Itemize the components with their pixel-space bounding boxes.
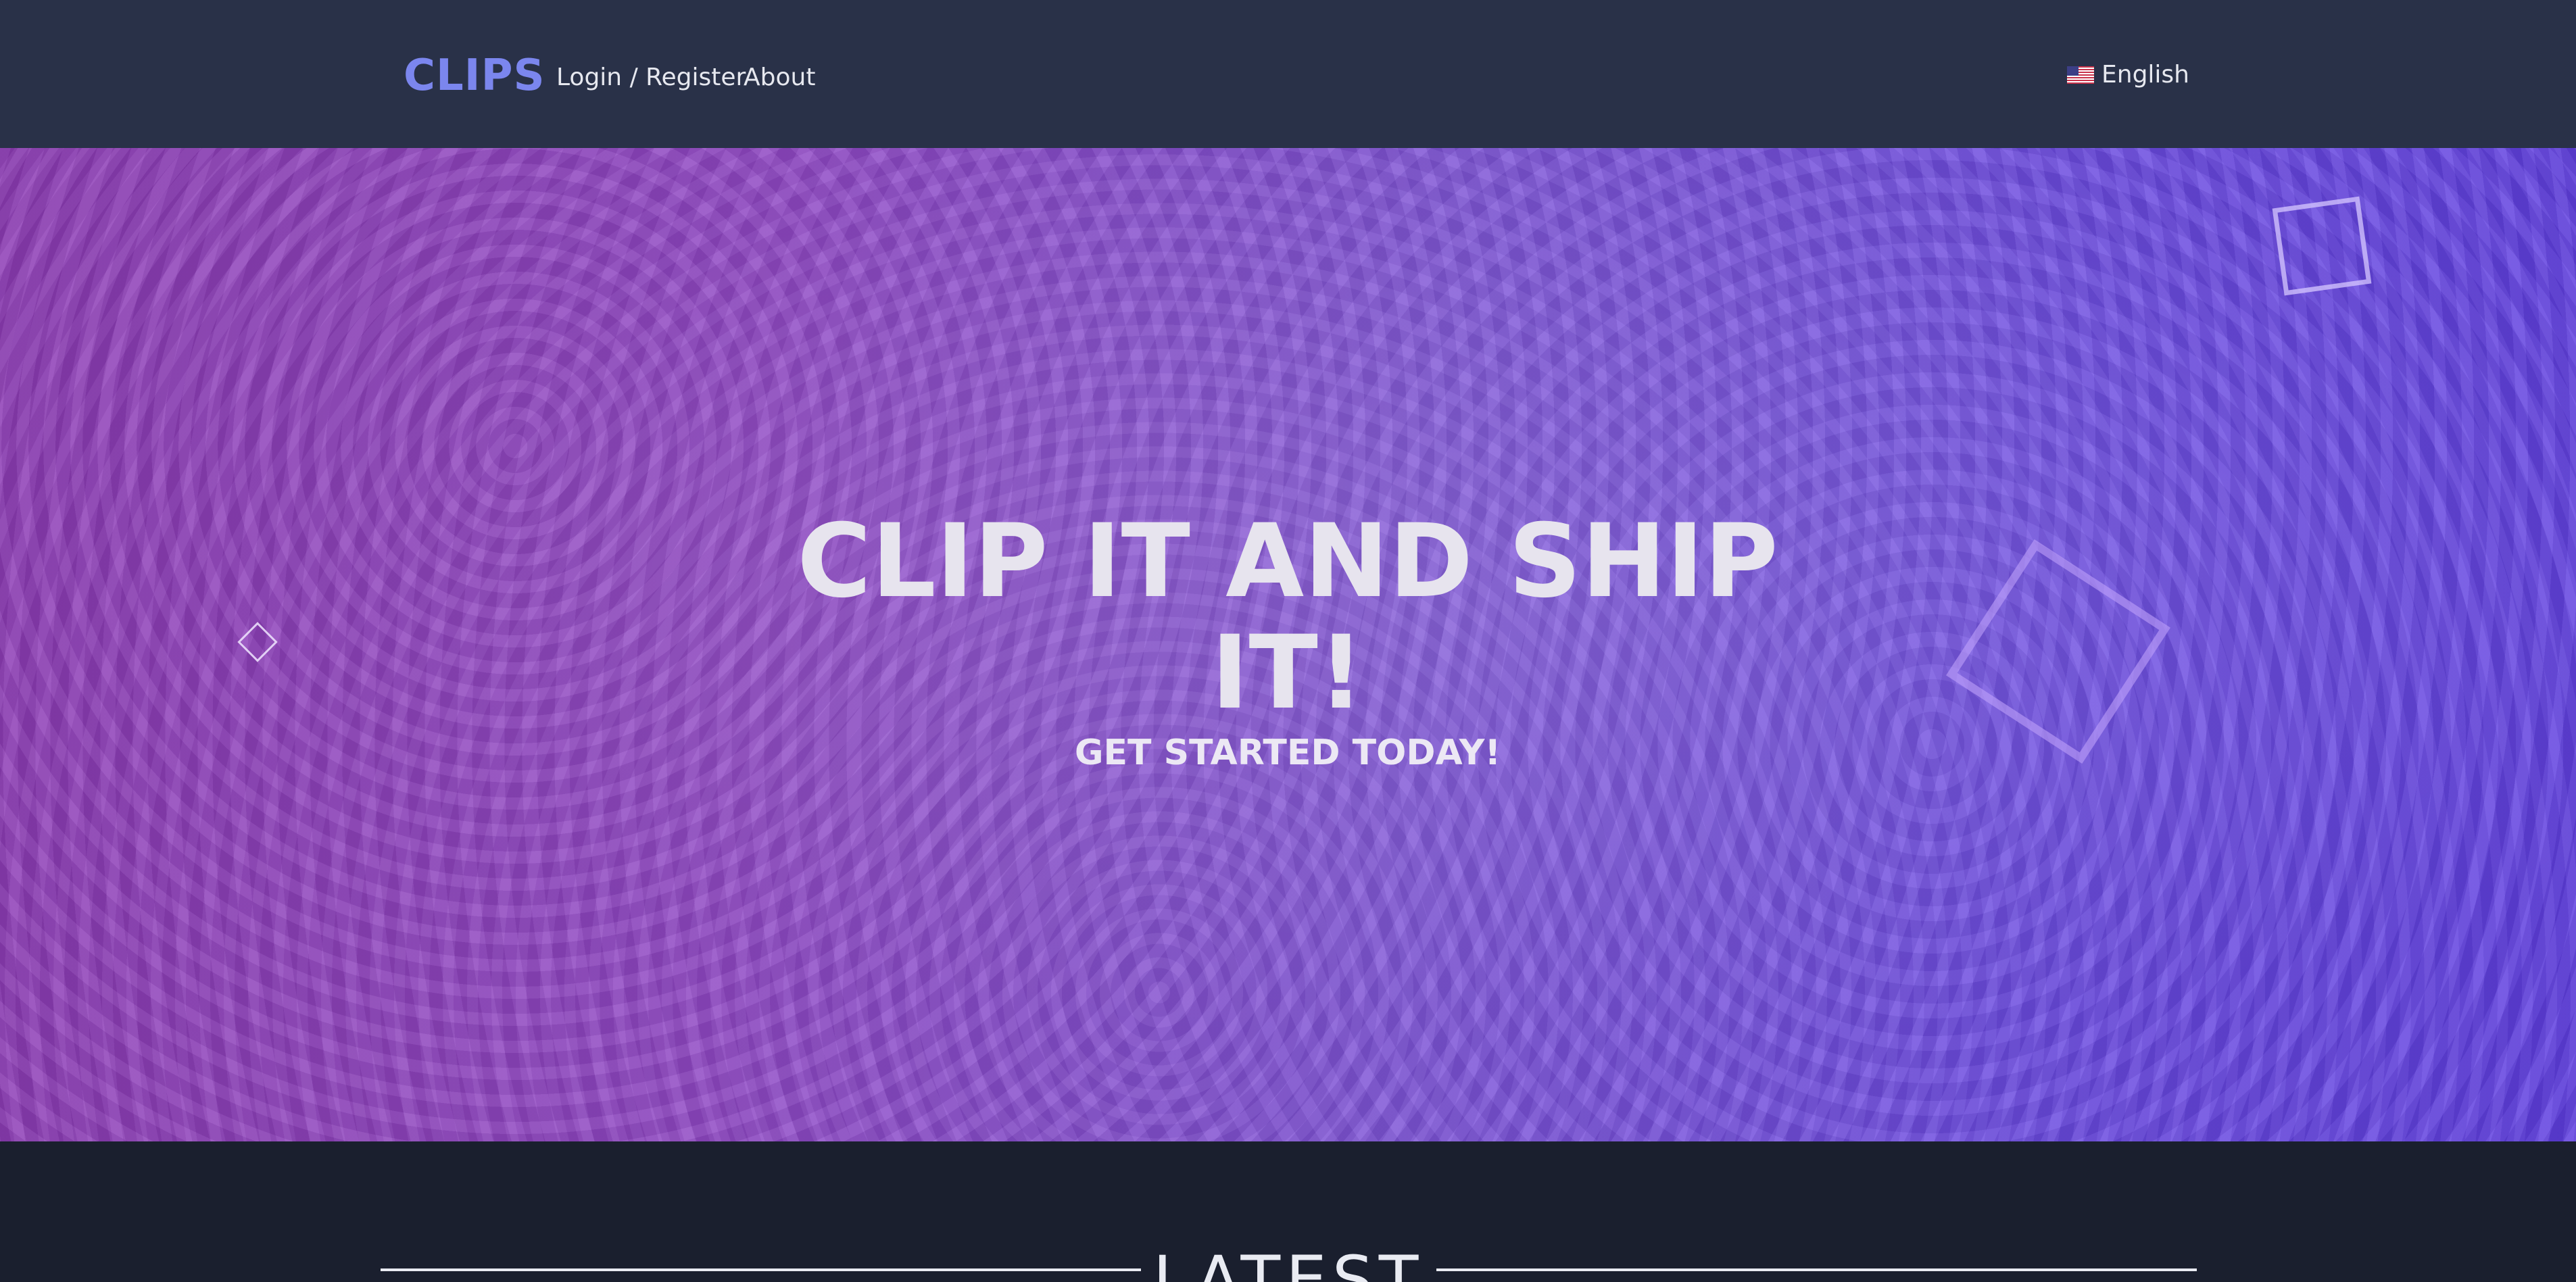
latest-section: LATEST (0, 1141, 2576, 1282)
us-flag-icon (2067, 66, 2094, 84)
language-label: English (2101, 61, 2189, 89)
site-header: CLIPS Login / Register About English (0, 0, 2576, 148)
latest-heading: LATEST (1152, 1242, 1424, 1282)
hero-banner: CLIP IT AND SHIP IT! GET STARTED TODAY! (0, 148, 2576, 1141)
hero-title: CLIP IT AND SHIP IT! (797, 503, 1778, 732)
language-selector[interactable]: English (2067, 59, 2189, 91)
login-register-link[interactable]: Login / Register (556, 62, 746, 93)
decorative-square (2272, 196, 2372, 296)
logo[interactable]: CLIPS (404, 49, 545, 103)
hero-subtitle: GET STARTED TODAY! (1074, 733, 1501, 773)
about-link[interactable]: About (744, 62, 815, 93)
divider-left (381, 1268, 1141, 1271)
divider-right (1436, 1268, 2197, 1271)
